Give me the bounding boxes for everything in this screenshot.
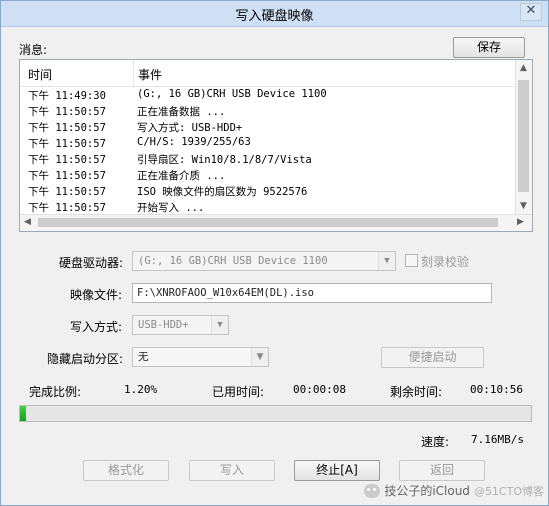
chevron-down-icon[interactable]: ▼ [251,348,268,366]
hidden-partition-label: 隐藏启动分区: [47,352,124,366]
completion-ratio-value: 1.20% [124,383,158,396]
image-file-field[interactable]: F:\XNROFAOO_W10x64EM(DL).iso [132,283,492,303]
log-event: 写入方式: USB-HDD+ [137,122,243,134]
drive-label: 硬盘驱动器: [59,256,124,270]
log-time: 下午 11:49:30 [28,90,106,102]
scroll-right-icon[interactable]: ▶ [517,217,524,227]
watermark-text: 技公子的iCloud [384,484,470,498]
log-row: 下午 11:50:57 C/H/S: 1939/255/63 [20,135,517,151]
write-mode-value: USB-HDD+ [138,319,189,331]
hidden-partition-select[interactable]: 无 ▼ [132,347,269,367]
log-row: 下午 11:50:57 正在准备数据 ... [20,103,517,119]
close-button[interactable]: ✕ [520,3,542,21]
drive-select[interactable]: (G:, 16 GB)CRH USB Device 1100 ▼ [132,251,396,271]
log-header: 时间 事件 [20,60,517,87]
horizontal-scroll-thumb[interactable] [38,218,498,227]
write-button[interactable]: 写入 [189,460,275,481]
messages-label: 消息: [19,43,48,57]
log-event: 开始写入 ... [137,202,205,214]
scroll-up-icon[interactable]: ▲ [520,63,527,73]
watermark-sub: @51CTO博客 [473,484,544,498]
log-row: 下午 11:49:30 (G:, 16 GB)CRH USB Device 11… [20,87,517,103]
remaining-time-label: 剩余时间: [390,385,443,399]
title-bar: 写入硬盘映像 ✕ [1,1,548,27]
speed-label: 速度: [421,435,450,449]
write-progress-bar [19,405,532,422]
format-button[interactable]: 格式化 [83,460,169,481]
log-event: C/H/S: 1939/255/63 [137,136,251,148]
scroll-left-icon[interactable]: ◀ [24,217,31,227]
log-time: 下午 11:50:57 [28,122,106,134]
log-row: 下午 11:50:57 开始写入 ... [20,199,517,215]
write-mode-label: 写入方式: [70,320,123,334]
drive-select-value: (G:, 16 GB)CRH USB Device 1100 [138,255,328,267]
image-file-label: 映像文件: [70,288,123,302]
log-vertical-scrollbar[interactable]: ▲ ▼ [515,60,532,215]
verify-checkbox-label: 刻录校验 [421,255,470,269]
log-row: 下午 11:50:57 引导扇区: Win10/8.1/8/7/Vista [20,151,517,167]
speed-value: 7.16MB/s [471,433,524,446]
wechat-icon [364,483,381,498]
elapsed-time-value: 00:00:08 [293,383,346,396]
log-time: 下午 11:50:57 [28,106,106,118]
write-mode-select[interactable]: USB-HDD+ ▼ [132,315,229,335]
message-log[interactable]: 时间 事件 下午 11:49:30 (G:, 16 GB)CRH USB Dev… [19,59,533,232]
remaining-time-value: 00:10:56 [470,383,523,396]
window-title: 写入硬盘映像 [235,9,314,24]
log-event: ISO 映像文件的扇区数为 9522576 [137,186,308,198]
log-event: 引导扇区: Win10/8.1/8/7/Vista [137,154,312,166]
chevron-down-icon[interactable]: ▼ [211,316,228,334]
log-horizontal-scrollbar[interactable]: ◀ ▶ [20,214,532,231]
log-time: 下午 11:50:57 [28,154,106,166]
back-button[interactable]: 返回 [399,460,485,481]
log-time: 下午 11:50:57 [28,186,106,198]
stop-button[interactable]: 终止[A] [294,460,380,481]
write-disk-image-window: 写入硬盘映像 ✕ 消息: 保存 时间 事件 下午 11:49:30 (G:, 1… [0,0,549,506]
log-event: 正在准备介质 ... [137,170,226,182]
save-button[interactable]: 保存 [453,37,525,58]
log-row: 下午 11:50:57 ISO 映像文件的扇区数为 9522576 [20,183,517,199]
log-time: 下午 11:50:57 [28,138,106,150]
log-time: 下午 11:50:57 [28,170,106,182]
log-event: 正在准备数据 ... [137,106,226,118]
hidden-partition-value: 无 [138,351,149,363]
column-divider [133,60,134,86]
vertical-scroll-thumb[interactable] [518,80,529,192]
close-icon: ✕ [525,3,537,18]
log-event: (G:, 16 GB)CRH USB Device 1100 [137,88,327,100]
log-row: 下午 11:50:57 正在准备介质 ... [20,167,517,183]
log-row: 下午 11:50:57 写入方式: USB-HDD+ [20,119,517,135]
time-column-header[interactable]: 时间 [28,66,52,83]
event-column-header[interactable]: 事件 [138,66,162,83]
progress-fill [20,406,26,421]
log-time: 下午 11:50:57 [28,202,106,214]
chevron-down-icon[interactable]: ▼ [378,252,395,270]
quick-boot-button[interactable]: 便捷启动 [381,347,484,368]
verify-checkbox[interactable] [405,254,418,267]
elapsed-time-label: 已用时间: [212,385,265,399]
scroll-down-icon[interactable]: ▼ [520,201,527,211]
completion-ratio-label: 完成比例: [29,385,82,399]
watermark: 技公子的iCloud @51CTO博客 [364,482,544,499]
